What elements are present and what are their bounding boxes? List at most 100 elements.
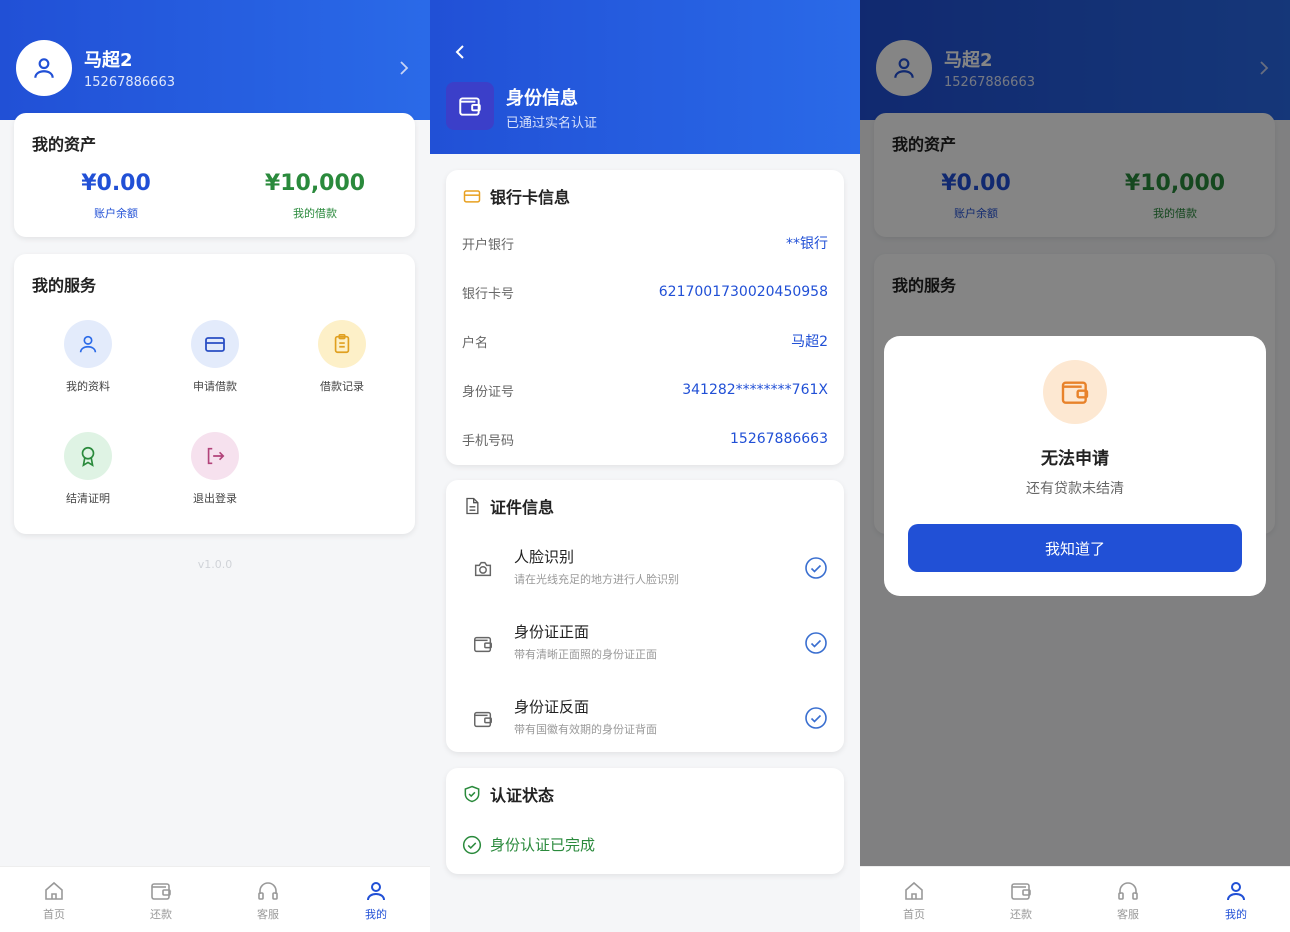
service-label: 我的资料 [66, 380, 110, 393]
clipboard-icon [318, 320, 366, 368]
info-row: 开户银行 **银行 [462, 231, 828, 255]
tab-service[interactable]: 客服 [238, 879, 298, 922]
tab-home[interactable]: 首页 [884, 879, 944, 922]
dialog-message: 还有贷款未结清 [1026, 481, 1124, 497]
headset-icon [1118, 882, 1138, 900]
page-title: 身份信息 [506, 88, 578, 109]
section-title: 认证状态 [490, 786, 555, 805]
doc-id-back[interactable]: 身份证反面 带有国徽有效期的身份证背面 [472, 696, 828, 746]
loan-label: 我的借款 [293, 207, 337, 220]
tab-bar: 首页 还款 客服 我的 [0, 866, 430, 932]
tab-label: 我的 [365, 908, 387, 921]
balance-value: ¥0.00 [81, 171, 151, 196]
row-value: 6217001730020450958 [658, 284, 828, 300]
home-icon [905, 881, 923, 900]
row-label: 银行卡号 [462, 286, 515, 302]
id-card-icon [474, 711, 492, 728]
assets-title: 我的资产 [32, 135, 97, 154]
tab-label: 客服 [1117, 908, 1139, 921]
award-icon [64, 432, 112, 480]
dialog-icon-circle [1043, 360, 1107, 424]
profile-dialog-screen: 马超2 15267886663 我的资产 ¥0.00 账户余额 ¥10,000 … [860, 0, 1290, 932]
tab-home[interactable]: 首页 [24, 879, 84, 922]
row-label: 开户银行 [462, 237, 515, 253]
service-label: 借款记录 [320, 380, 364, 393]
avatar [16, 40, 72, 96]
section-header: 银行卡信息 [462, 184, 570, 208]
tab-label: 客服 [257, 908, 279, 921]
back-arrow-icon[interactable] [450, 42, 470, 62]
doc-title: 身份证反面 [514, 698, 590, 716]
tab-repay[interactable]: 还款 [991, 879, 1051, 922]
identity-badge [446, 82, 494, 130]
check-circle-icon [805, 632, 827, 654]
assets-card: 我的资产 ¥0.00 账户余额 ¥10,000 我的借款 [14, 113, 415, 237]
logout-icon [191, 432, 239, 480]
status-label: 身份认证已完成 [490, 836, 596, 854]
section-title: 银行卡信息 [490, 188, 571, 207]
card-icon [463, 190, 481, 203]
user-icon [34, 58, 54, 78]
doc-subtitle: 带有国徽有效期的身份证背面 [514, 723, 657, 736]
service-logout[interactable]: 退出登录 [165, 432, 265, 506]
doc-subtitle: 带有清晰正面照的身份证正面 [514, 648, 657, 661]
tab-label: 首页 [43, 908, 65, 921]
profile-screen: 马超2 15267886663 我的资产 ¥0.00 账户余额 ¥10,000 … [0, 0, 430, 932]
doc-title: 人脸识别 [514, 548, 575, 566]
service-label: 申请借款 [193, 380, 237, 393]
dialog-title: 无法申请 [1041, 449, 1109, 469]
tab-mine[interactable]: 我的 [1206, 879, 1266, 922]
row-label: 手机号码 [462, 433, 515, 449]
service-settlement-proof[interactable]: 结清证明 [38, 432, 138, 506]
card-icon [191, 320, 239, 368]
user-icon [1227, 882, 1245, 901]
document-icon [466, 497, 479, 515]
bank-card-section: 银行卡信息 开户银行 **银行 银行卡号 6217001730020450958… [446, 170, 844, 465]
id-card-icon [474, 636, 492, 653]
alert-dialog: 无法申请 还有贷款未结清 我知道了 [884, 336, 1266, 596]
user-phone: 15267886663 [84, 75, 175, 90]
row-value: 马超2 [791, 334, 828, 350]
doc-id-front[interactable]: 身份证正面 带有清晰正面照的身份证正面 [472, 621, 828, 671]
row-value: 15267886663 [730, 431, 828, 447]
chevron-right-icon[interactable] [396, 58, 412, 78]
services-title: 我的服务 [32, 276, 97, 295]
doc-subtitle: 请在光线充足的地方进行人脸识别 [514, 573, 679, 586]
headset-icon [258, 882, 278, 900]
info-row: 户名 马超2 [462, 329, 828, 353]
check-circle-icon [805, 557, 827, 579]
service-label: 退出登录 [193, 492, 237, 505]
wallet-icon [459, 97, 481, 116]
profile-header[interactable]: 马超2 15267886663 [0, 0, 430, 120]
tab-label: 还款 [1010, 908, 1032, 921]
wallet-icon [151, 883, 171, 900]
section-header: 证件信息 [462, 494, 554, 518]
row-label: 户名 [462, 335, 489, 351]
service-loan-records[interactable]: 借款记录 [292, 320, 392, 394]
status-text: 身份认证已完成 [462, 834, 595, 855]
doc-face-recognition[interactable]: 人脸识别 请在光线充足的地方进行人脸识别 [472, 546, 828, 596]
info-row: 手机号码 15267886663 [462, 427, 828, 451]
info-row: 身份证号 341282********761X [462, 378, 828, 402]
row-label: 身份证号 [462, 384, 515, 400]
documents-section: 证件信息 人脸识别 请在光线充足的地方进行人脸识别 身份证正面 带有清晰正面照的… [446, 480, 844, 752]
acknowledge-button[interactable]: 我知道了 [908, 524, 1242, 572]
service-label: 结清证明 [66, 492, 110, 505]
check-circle-icon [462, 835, 482, 854]
user-name: 马超2 [84, 50, 133, 71]
wallet-icon [1061, 381, 1089, 404]
section-header: 认证状态 [462, 782, 554, 806]
service-apply-loan[interactable]: 申请借款 [165, 320, 265, 394]
wallet-icon [1011, 883, 1031, 900]
tab-repay[interactable]: 还款 [131, 879, 191, 922]
tab-label: 首页 [903, 908, 925, 921]
identity-header: 身份信息 已通过实名认证 [430, 0, 860, 154]
user-icon [64, 320, 112, 368]
tab-service[interactable]: 客服 [1098, 879, 1158, 922]
row-value: 341282********761X [682, 382, 828, 398]
section-title: 证件信息 [490, 498, 555, 517]
identity-screen: 身份信息 已通过实名认证 银行卡信息 开户银行 **银行 银行卡号 621700… [430, 0, 860, 932]
home-icon [45, 881, 63, 900]
service-my-profile[interactable]: 我的资料 [38, 320, 138, 394]
tab-mine[interactable]: 我的 [346, 879, 406, 922]
